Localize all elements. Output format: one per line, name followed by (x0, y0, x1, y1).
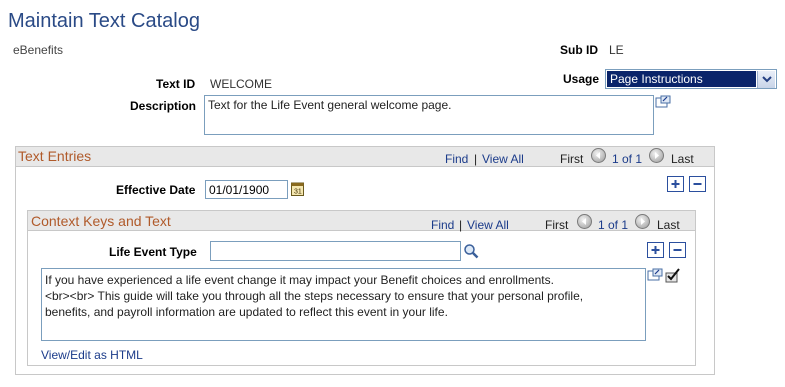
chevron-down-icon[interactable] (757, 71, 775, 88)
remove-row-button[interactable] (689, 176, 706, 192)
add-row-button[interactable] (667, 176, 684, 192)
text-id-value: WELCOME (210, 77, 273, 91)
effective-date-label: Effective Date (116, 183, 196, 197)
arrow-left-icon[interactable] (577, 214, 592, 229)
catalog-text-area[interactable]: If you have experienced a life event cha… (41, 268, 646, 341)
arrow-right-icon[interactable] (635, 214, 650, 229)
text-entries-last-label: Last (671, 152, 694, 166)
usage-select[interactable]: Page Instructions (605, 69, 777, 89)
calendar-icon[interactable]: 31 (291, 181, 304, 196)
context-keys-page-info: 1 of 1 (598, 218, 629, 232)
remove-row-button[interactable] (669, 242, 686, 258)
magnifier-icon[interactable] (463, 243, 479, 259)
text-id-label: Text ID (156, 77, 196, 91)
arrow-right-icon[interactable] (649, 148, 664, 163)
text-entries-page-info: 1 of 1 (612, 152, 643, 166)
catalog-text-line: <br><br> This guide will take you throug… (45, 289, 584, 303)
description-label: Description (130, 99, 197, 113)
description-field[interactable]: Text for the Life Event general welcome … (204, 95, 654, 135)
text-entries-find-link[interactable]: Find (445, 152, 468, 166)
nav-separator: | (474, 152, 478, 166)
expand-icon[interactable] (647, 268, 663, 282)
context-keys-view-all-link[interactable]: View All (467, 218, 509, 232)
context-keys-last-label: Last (657, 218, 680, 232)
component-label: eBenefits (13, 43, 64, 57)
context-keys-title: Context Keys and Text (31, 213, 171, 229)
context-keys-find-link[interactable]: Find (431, 218, 454, 232)
view-edit-html-link[interactable]: View/Edit as HTML (41, 348, 143, 362)
text-entries-first-label: First (560, 152, 584, 166)
text-entries-view-all-link[interactable]: View All (482, 152, 524, 166)
sub-id-value: LE (609, 43, 624, 57)
spellcheck-icon[interactable] (664, 266, 682, 284)
text-entries-title: Text Entries (18, 148, 92, 164)
catalog-text-line: benefits, and payroll information are up… (45, 305, 448, 319)
expand-icon[interactable] (655, 95, 671, 109)
effective-date-field[interactable]: 01/01/1900 (205, 180, 288, 199)
life-event-type-label: Life Event Type (109, 245, 197, 259)
usage-selected-value: Page Instructions (607, 71, 756, 87)
nav-separator: | (459, 218, 463, 232)
usage-label: Usage (563, 72, 600, 86)
sub-id-label: Sub ID (560, 43, 598, 57)
text-entries-header (16, 147, 714, 167)
life-event-type-field[interactable] (210, 241, 461, 261)
context-keys-first-label: First (545, 218, 569, 232)
page-title: Maintain Text Catalog (8, 10, 200, 32)
arrow-left-icon[interactable] (591, 148, 606, 163)
catalog-text-line: If you have experienced a life event cha… (45, 273, 554, 287)
svg-text:31: 31 (294, 189, 302, 196)
add-row-button[interactable] (647, 242, 664, 258)
